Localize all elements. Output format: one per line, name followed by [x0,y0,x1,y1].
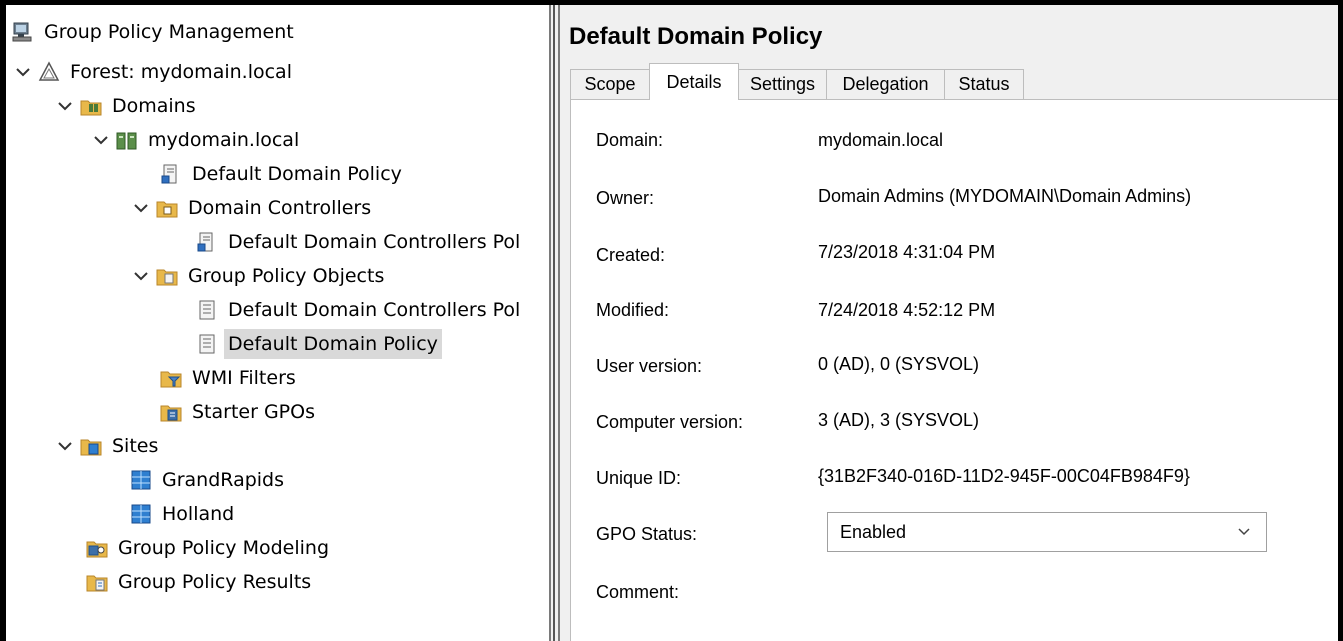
tree-item-group-policy-results[interactable]: Group Policy Results [86,565,315,599]
tree-label: Sites [112,435,159,457]
tree-label: Default Domain Controllers Pol [228,299,521,321]
tree-item-mydomain[interactable]: mydomain.local [90,123,303,157]
chevron-down-icon[interactable] [12,61,34,83]
computer-version-value: 3 (AD), 3 (SYSVOL) [818,410,980,430]
tree-label: mydomain.local [148,129,300,151]
unique-id-label: Unique ID: [596,468,682,488]
tree-item-forest[interactable]: Forest: mydomain.local [12,55,296,89]
tree-item-wmi-filters[interactable]: WMI Filters [160,361,300,395]
chevron-down-icon[interactable] [130,197,152,219]
created-value: 7/23/2018 4:31:04 PM [818,242,996,262]
owner-label: Owner: [596,188,655,208]
tree-item-group-policy-management[interactable]: Group Policy Management [12,15,298,49]
window-frame-right [1338,0,1343,641]
tree-item-domains[interactable]: Domains [54,89,200,123]
tree-label: Forest: mydomain.local [70,61,292,83]
results-icon [86,575,108,592]
gpm-console-icon [12,22,32,42]
tree-item-site-holland[interactable]: Holland [130,497,238,531]
gpo-icon [199,300,215,320]
tree-label: Domains [112,95,196,117]
chevron-down-icon[interactable] [54,435,76,457]
domain-label: Domain: [596,130,664,150]
tree-label: Starter GPOs [192,401,315,423]
tree-label: Group Policy Objects [188,265,385,287]
tree-label: Default Domain Controllers Pol [228,231,521,253]
policy-title: Default Domain Policy [569,23,823,50]
gpo-status-value: Enabled [840,521,907,542]
ou-folder-icon [156,201,178,218]
tree-item-gpo-ddc-policy[interactable]: Default Domain Controllers Pol [196,293,524,327]
gpo-status-label: GPO Status: [596,524,698,544]
tab-delegation[interactable]: Delegation [826,69,945,99]
sites-folder-icon [80,439,102,456]
owner-value: Domain Admins (MYDOMAIN\Domain Admins) [818,186,1192,206]
tree-label: Group Policy Results [118,571,312,593]
tree-item-sites[interactable]: Sites [54,429,162,463]
console-tree[interactable]: Group Policy Management Forest: mydomain… [6,5,549,641]
domains-folder-icon [80,100,102,116]
modeling-icon [86,541,108,558]
gpo-link-icon [197,232,213,252]
user-version-label: User version: [596,356,703,376]
gpo-folder-icon [156,269,178,286]
tree-label: Holland [162,503,235,525]
site-icon [131,504,151,524]
tree-label: Default Domain Policy [224,329,442,359]
tree-label: Group Policy Management [44,21,294,43]
tab-status[interactable]: Status [944,69,1024,99]
modified-label: Modified: [596,300,670,320]
tree-item-group-policy-modeling[interactable]: Group Policy Modeling [86,531,333,565]
details-pane: Default Domain Policy Scope Details Sett… [562,5,1338,641]
domain-value: mydomain.local [818,130,944,150]
details-tab-body: Domain: mydomain.local Owner: Domain Adm… [570,99,1338,641]
tab-settings[interactable]: Settings [738,69,827,99]
tree-item-ddc-policy-link[interactable]: Default Domain Controllers Pol [196,225,524,259]
modified-value: 7/24/2018 4:52:12 PM [818,300,996,320]
wmi-filter-folder-icon [160,371,182,388]
computer-version-label: Computer version: [596,412,744,432]
forest-icon [38,61,60,81]
pane-splitter[interactable] [549,5,562,641]
tree-label: Default Domain Policy [192,163,402,185]
chevron-down-icon [1238,528,1250,536]
gpo-icon [199,334,215,354]
tree-item-domain-controllers[interactable]: Domain Controllers [130,191,375,225]
unique-id-value: {31B2F340-016D-11D2-945F-00C04FB984F9} [818,466,1190,486]
tree-item-starter-gpos[interactable]: Starter GPOs [160,395,319,429]
user-version-value: 0 (AD), 0 (SYSVOL) [818,354,980,374]
tree-item-site-grandrapids[interactable]: GrandRapids [130,463,288,497]
tree-label: GrandRapids [162,469,285,491]
gpo-status-dropdown[interactable]: Enabled [827,512,1267,552]
tree-label: WMI Filters [192,367,296,389]
tree-item-default-domain-policy-link[interactable]: Default Domain Policy [160,157,406,191]
comment-label: Comment: [596,582,680,602]
chevron-down-icon[interactable] [54,95,76,117]
tree-item-gpo-default-domain-policy[interactable]: Default Domain Policy [196,327,442,361]
site-icon [131,470,151,490]
domain-icon [116,132,137,150]
tab-details[interactable]: Details [649,63,739,100]
tab-scope[interactable]: Scope [570,69,650,99]
gpo-link-icon [161,164,177,184]
tree-label: Group Policy Modeling [118,537,330,559]
tab-strip: Scope Details Settings Delegation Status [570,63,1338,100]
chevron-down-icon[interactable] [90,129,112,151]
tree-item-group-policy-objects[interactable]: Group Policy Objects [130,259,388,293]
tree-label: Domain Controllers [188,197,372,219]
chevron-down-icon[interactable] [130,265,152,287]
starter-gpo-folder-icon [160,405,182,422]
created-label: Created: [596,245,666,265]
